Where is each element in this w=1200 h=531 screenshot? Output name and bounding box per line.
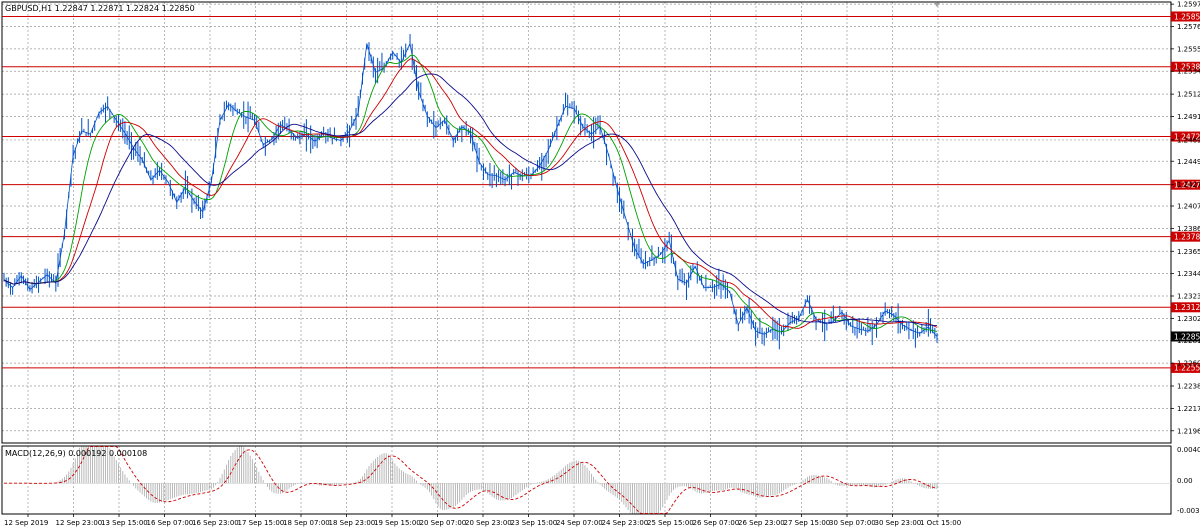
macd-label: MACD(12,26,9) 0.000192 0.000108 bbox=[5, 449, 147, 458]
y-tick-label: 1.22175 bbox=[1177, 405, 1200, 413]
x-tick-label: 23 Sep 15:00 bbox=[511, 519, 558, 527]
x-tick-label: 12 Sep 2019 bbox=[4, 519, 48, 527]
y-tick-label: 1.24075 bbox=[1177, 202, 1200, 210]
level-label: 1.25854 bbox=[1174, 12, 1200, 21]
y-tick-label: 1.21965 bbox=[1177, 427, 1200, 435]
x-tick-label: 16 Sep 07:00 bbox=[147, 519, 194, 527]
level-label: 1.23124 bbox=[1174, 303, 1200, 312]
x-tick-label: 24 Sep 23:00 bbox=[602, 519, 649, 527]
y-tick-label: 1.23020 bbox=[1177, 315, 1200, 323]
level-label: 1.23787 bbox=[1174, 232, 1200, 241]
x-tick-label: 27 Sep 15:00 bbox=[784, 519, 831, 527]
x-tick-label: 13 Sep 15:00 bbox=[101, 519, 148, 527]
x-tick-label: 30 Sep 23:00 bbox=[875, 519, 922, 527]
y-tick-label: 1.23865 bbox=[1177, 225, 1200, 233]
y-tick-label: 1.23230 bbox=[1177, 293, 1200, 301]
x-tick-label: 25 Sep 15:00 bbox=[647, 519, 694, 527]
y-tick-label: 1.25125 bbox=[1177, 91, 1200, 99]
y-tick-label: 1.24695 bbox=[1177, 136, 1200, 144]
y-tick-label: 1.23440 bbox=[1177, 270, 1200, 278]
x-tick-label: 26 Sep 23:00 bbox=[738, 519, 785, 527]
x-tick-label: 20 Sep 23:00 bbox=[465, 519, 512, 527]
x-tick-label: 12 Sep 23:00 bbox=[56, 519, 103, 527]
x-tick-label: 18 Sep 23:00 bbox=[329, 519, 376, 527]
y-tick-label: 1.24915 bbox=[1177, 113, 1200, 121]
x-tick-label: 18 Sep 07:00 bbox=[283, 519, 330, 527]
macd-tick-label: 0.00 bbox=[1177, 477, 1193, 485]
y-tick-label: 1.22600 bbox=[1177, 360, 1200, 368]
trading-chart[interactable]: 1.258541.253821.247271.242751.237871.231… bbox=[0, 0, 1200, 531]
x-tick-label: 16 Sep 23:00 bbox=[192, 519, 239, 527]
chart-title: GBPUSD,H1 1.22847 1.22871 1.22824 1.2285… bbox=[5, 4, 195, 13]
y-tick-label: 1.25970 bbox=[1177, 1, 1200, 9]
x-tick-label: 30 Sep 07:00 bbox=[829, 519, 876, 527]
y-tick-label: 1.24495 bbox=[1177, 158, 1200, 166]
x-tick-label: 19 Sep 15:00 bbox=[374, 519, 421, 527]
current-price-label: 1.22850 bbox=[1174, 332, 1200, 341]
y-tick-label: 1.22385 bbox=[1177, 383, 1200, 391]
y-tick-label: 1.25550 bbox=[1177, 45, 1200, 53]
x-tick-label: 1 Oct 15:00 bbox=[920, 519, 961, 527]
x-tick-label: 17 Sep 15:00 bbox=[238, 519, 285, 527]
y-tick-label: 1.23650 bbox=[1177, 248, 1200, 256]
macd-tick-label: 0.004077 bbox=[1177, 446, 1200, 454]
current-price-tag: 1.22850 bbox=[1171, 331, 1200, 342]
y-tick-label: 1.24275 bbox=[1177, 181, 1200, 189]
x-tick-label: 24 Sep 07:00 bbox=[556, 519, 603, 527]
y-tick-label: 1.25760 bbox=[1177, 23, 1200, 31]
x-tick-label: 20 Sep 07:00 bbox=[420, 519, 467, 527]
y-tick-label: 1.25340 bbox=[1177, 68, 1200, 76]
macd-tick-label: -0.00336 bbox=[1177, 507, 1200, 515]
x-tick-label: 26 Sep 07:00 bbox=[693, 519, 740, 527]
chart-background bbox=[0, 0, 1200, 531]
